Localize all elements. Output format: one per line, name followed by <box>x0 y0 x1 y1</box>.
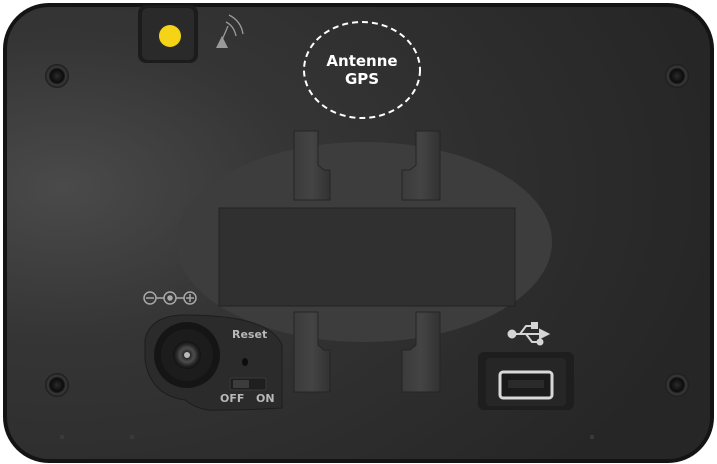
reset-pinhole[interactable] <box>242 358 248 366</box>
screw <box>45 373 69 397</box>
mount-plate <box>218 207 516 307</box>
off-label: OFF <box>220 392 245 405</box>
gps-antenna-label-line2: GPS <box>344 70 380 88</box>
screw <box>665 373 689 397</box>
gps-antenna-label-line1: Antenne <box>326 52 398 70</box>
gps-antenna-callout: Antenne GPS <box>302 20 422 120</box>
on-label: ON <box>256 392 275 405</box>
reset-label: Reset <box>232 328 268 341</box>
screw <box>45 64 69 88</box>
gps-indicator-light <box>159 25 181 47</box>
screw <box>665 64 689 88</box>
